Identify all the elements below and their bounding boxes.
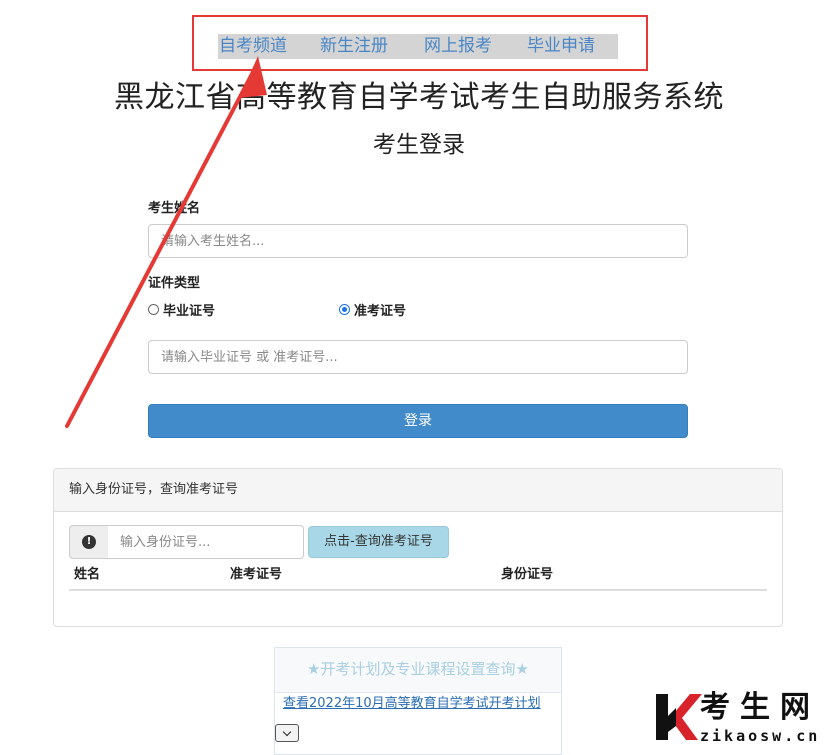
arrow-shaft (65, 70, 255, 428)
watermark-url: zikaosw.cn (700, 727, 821, 745)
arrow-head-icon (239, 56, 267, 98)
k-logo-icon (656, 694, 702, 740)
watermark-text: 考生网 (700, 690, 820, 725)
watermark-logo: 考生网 zikaosw.cn (652, 688, 838, 755)
annotation-arrow (65, 56, 267, 428)
